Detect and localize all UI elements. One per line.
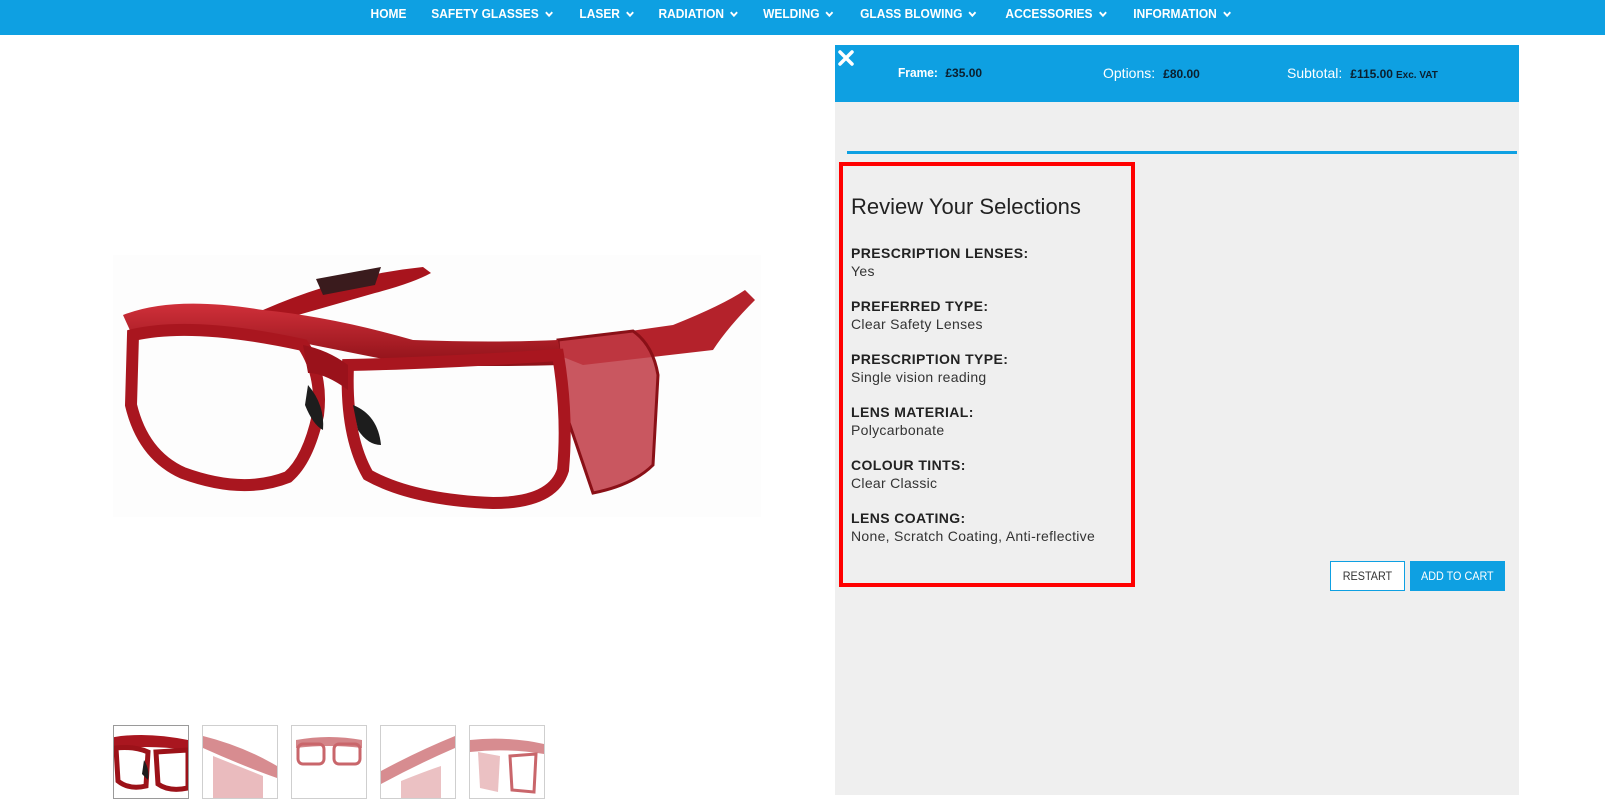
- nav-item-radiation[interactable]: RADIATION: [658, 6, 738, 21]
- nav-label: RADIATION: [658, 6, 724, 21]
- thumbnail-strip: [113, 725, 545, 799]
- selection-lens-material: LENS MATERIAL: Polycarbonate: [851, 403, 974, 439]
- subtotal-value: £115.00: [1350, 67, 1393, 81]
- selection-prescription-type: PRESCRIPTION TYPE: Single vision reading: [851, 350, 1008, 386]
- selection-label: PREFERRED TYPE:: [851, 298, 989, 314]
- add-to-cart-button[interactable]: ADD TO CART: [1410, 561, 1505, 591]
- product-image: [113, 255, 761, 517]
- thumbnail-5[interactable]: [469, 725, 545, 799]
- chevron-down-icon: [1098, 9, 1107, 19]
- thumbnail-4[interactable]: [380, 725, 456, 799]
- selection-prescription-lenses: PRESCRIPTION LENSES: Yes: [851, 244, 1029, 280]
- add-to-cart-button-label: ADD TO CART: [1421, 569, 1494, 583]
- thumbnail-2[interactable]: [202, 725, 278, 799]
- chevron-down-icon: [544, 9, 553, 19]
- selection-label: LENS COATING:: [851, 510, 966, 526]
- nav-item-accessories[interactable]: ACCESSORIES: [1005, 6, 1107, 21]
- close-icon[interactable]: [837, 49, 855, 67]
- selection-label: PRESCRIPTION TYPE:: [851, 351, 1009, 367]
- nav-label: LASER: [579, 6, 620, 21]
- restart-button-label: RESTART: [1342, 569, 1393, 583]
- thumbnail-1[interactable]: [113, 725, 189, 799]
- nav-label: ACCESSORIES: [1005, 6, 1093, 21]
- main-navigation: HOME SAFETY GLASSES LASER RADIATION WELD…: [0, 0, 1605, 35]
- selection-label: PRESCRIPTION LENSES:: [851, 245, 1029, 261]
- frame-price: Frame: £35.00: [898, 65, 982, 80]
- options-price: Options: £80.00: [1103, 65, 1200, 81]
- chevron-down-icon: [968, 9, 977, 19]
- chevron-down-icon: [625, 9, 634, 19]
- nav-item-welding[interactable]: WELDING: [763, 6, 834, 21]
- frame-price-value: £35.00: [945, 66, 983, 80]
- options-price-label: Options:: [1103, 65, 1156, 81]
- chevron-down-icon: [825, 9, 834, 19]
- nav-item-glass-blowing[interactable]: GLASS BLOWING: [861, 6, 978, 21]
- selection-label: LENS MATERIAL:: [851, 404, 974, 420]
- price-summary-bar: Frame: £35.00 Options: £80.00 Subtotal: £11…: [835, 45, 1519, 102]
- nav-label: SAFETY GLASSES: [431, 6, 539, 21]
- selection-value: Single vision reading: [851, 369, 987, 385]
- subtotal-price: Subtotal: £115.00 Exc. VAT: [1287, 65, 1438, 81]
- nav-label: GLASS BLOWING: [860, 6, 963, 21]
- nav-label: INFORMATION: [1133, 6, 1218, 21]
- selection-colour-tints: COLOUR TINTS: Clear Classic: [851, 456, 966, 492]
- review-selections-box: Review Your Selections PRESCRIPTION LENS…: [839, 162, 1135, 587]
- nav-label: HOME: [370, 6, 407, 21]
- selection-value: Clear Safety Lenses: [851, 316, 983, 332]
- nav-label: WELDING: [763, 6, 820, 21]
- progress-line: [847, 151, 1517, 154]
- selection-lens-coating: LENS COATING: None, Scratch Coating, Ant…: [851, 509, 1095, 545]
- selection-value: Clear Classic: [851, 475, 938, 491]
- selection-value: None, Scratch Coating, Anti-reflective: [851, 528, 1096, 544]
- glasses-image: [123, 267, 755, 510]
- vat-note: Exc. VAT: [1395, 70, 1438, 81]
- nav-item-safety-glasses[interactable]: SAFETY GLASSES: [431, 6, 553, 21]
- thumbnail-3[interactable]: [291, 725, 367, 799]
- options-price-value: £80.00: [1163, 67, 1200, 81]
- nav-item-laser[interactable]: LASER: [579, 6, 634, 21]
- frame-price-label: Frame:: [898, 65, 938, 80]
- chevron-down-icon: [1223, 9, 1232, 19]
- chevron-down-icon: [729, 9, 738, 19]
- restart-button[interactable]: RESTART: [1330, 561, 1405, 591]
- subtotal-label: Subtotal:: [1287, 65, 1343, 81]
- nav-item-information[interactable]: INFORMATION: [1134, 6, 1232, 21]
- nav-item-home[interactable]: HOME: [370, 6, 406, 21]
- selection-preferred-type: PREFERRED TYPE: Clear Safety Lenses: [851, 297, 988, 333]
- selection-label: COLOUR TINTS:: [851, 457, 966, 473]
- selection-value: Polycarbonate: [851, 422, 945, 438]
- configurator-panel: Frame: £35.00 Options: £80.00 Subtotal: £11…: [835, 45, 1519, 795]
- review-title: Review Your Selections: [851, 194, 1081, 219]
- selection-value: Yes: [851, 263, 875, 279]
